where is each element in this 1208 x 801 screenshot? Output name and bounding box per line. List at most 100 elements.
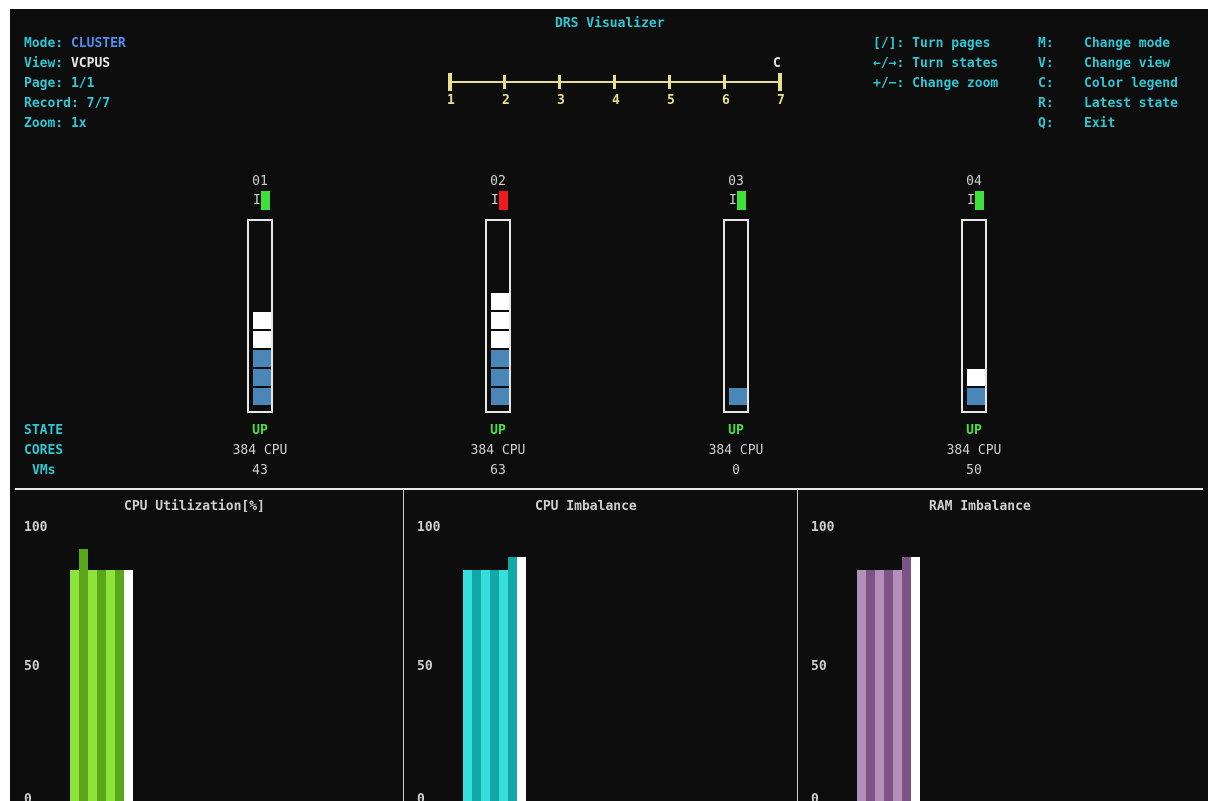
host-id: 02: [490, 174, 506, 189]
vcpu-block-white: [253, 312, 271, 329]
chart-bar: [911, 556, 920, 801]
page-line: Page: 1/1: [24, 74, 94, 94]
host-id: 03: [728, 174, 744, 189]
vcpu-block-white: [491, 293, 509, 310]
host-state: UP: [252, 423, 268, 438]
host-vms: 63: [490, 463, 506, 478]
chart-bar: [499, 569, 508, 801]
key-action: Change view: [1084, 56, 1171, 71]
app-title: DRS Visualizer: [555, 16, 665, 31]
vcpu-block-white: [491, 312, 509, 329]
timeline-tick-label[interactable]: 2: [502, 91, 510, 111]
host-status-indicator: [261, 191, 270, 210]
chart-bar: [875, 569, 884, 801]
timeline-tick-mark: [778, 73, 782, 91]
host-cores: 384 CPU: [232, 443, 288, 458]
row-label-state: STATE: [24, 423, 64, 438]
view-value: VCPUS: [70, 56, 111, 71]
zoom-label: Zoom:: [24, 116, 64, 131]
host-status-indicator: [499, 191, 508, 210]
host-capacity-box: [485, 219, 511, 413]
key-action: Change zoom: [912, 76, 999, 91]
section-divider: [15, 488, 1203, 490]
timeline-tick-label[interactable]: 3: [557, 91, 565, 111]
timeline-tick-mark: [613, 75, 616, 89]
chart-y-tick: 50: [811, 659, 827, 674]
key-name: M:: [1038, 36, 1054, 51]
chart-bar: [88, 569, 97, 801]
key-name: C:: [1038, 76, 1054, 91]
record-label: Record:: [24, 96, 79, 111]
timeline-tick-mark: [503, 75, 506, 89]
vcpu-block-blue: [491, 388, 509, 405]
host-flag: I: [729, 193, 737, 208]
key-action: Change mode: [1084, 36, 1171, 51]
vcpu-block-blue: [491, 350, 509, 367]
chart-separator: [797, 490, 798, 801]
record-value: 7/7: [86, 96, 111, 111]
chart-bar: [517, 556, 526, 801]
vcpu-block-white: [253, 331, 271, 348]
chart-title: CPU Utilization[%]: [124, 499, 265, 514]
page-label: Page:: [24, 76, 64, 91]
chart-bar: [124, 569, 133, 801]
host-id: 01: [252, 174, 268, 189]
chart-y-tick: 100: [24, 520, 48, 535]
record-line: Record: 7/7: [24, 94, 110, 114]
host-status-indicator: [975, 191, 984, 210]
key-action: Color legend: [1084, 76, 1178, 91]
timeline-tick-mark: [448, 73, 452, 91]
chart-title: RAM Imbalance: [929, 499, 1031, 514]
timeline-tick-label[interactable]: 6: [722, 91, 730, 111]
key-name: R:: [1038, 96, 1054, 111]
chart-y-tick: 100: [811, 520, 835, 535]
vcpu-block-blue: [253, 388, 271, 405]
chart-bar: [490, 569, 499, 801]
host-capacity-box: [961, 219, 987, 413]
chart-bar: [79, 549, 88, 801]
key-name: [/]:: [873, 36, 905, 51]
key-help-item: ←/→: Turn states: [873, 54, 998, 74]
timeline-tick-label[interactable]: 5: [667, 91, 675, 111]
vcpu-block-white: [491, 331, 509, 348]
key-name: V:: [1038, 56, 1054, 71]
key-action: Turn pages: [912, 36, 991, 51]
page-value: 1/1: [70, 76, 95, 91]
host-cores: 384 CPU: [946, 443, 1002, 458]
timeline-tick-mark: [668, 75, 671, 89]
host-vms: 50: [966, 463, 982, 478]
chart-bar: [70, 569, 79, 801]
timeline-tick-label[interactable]: 4: [612, 91, 620, 111]
chart-bar: [463, 569, 472, 801]
timeline-tick-label[interactable]: 1: [447, 91, 455, 111]
host-vms: 43: [252, 463, 268, 478]
chart-bar: [866, 569, 875, 801]
mode-line: Mode: CLUSTER: [24, 34, 126, 54]
terminal-window: DRS Visualizer Mode: CLUSTER View: VCPUS…: [10, 9, 1208, 801]
chart-bar: [97, 569, 106, 801]
chart-y-tick: 0: [417, 792, 425, 801]
chart-title: CPU Imbalance: [535, 499, 637, 514]
host-flag: I: [967, 193, 975, 208]
chart-y-tick: 50: [24, 659, 40, 674]
timeline-tick-label[interactable]: 7: [777, 91, 785, 111]
vcpu-block-blue: [253, 369, 271, 386]
host-state: UP: [966, 423, 982, 438]
key-name: +/−:: [873, 76, 905, 91]
vcpu-block-blue: [491, 369, 509, 386]
row-label-cores: CORES: [24, 443, 64, 458]
host-cores: 384 CPU: [470, 443, 526, 458]
vcpu-block-blue: [253, 350, 271, 367]
host-id: 04: [966, 174, 982, 189]
host-cores: 384 CPU: [708, 443, 764, 458]
timeline-tick-mark: [558, 75, 561, 89]
mode-value: CLUSTER: [70, 36, 126, 51]
key-help-item: [/]: Turn pages: [873, 34, 990, 54]
key-action: Turn states: [912, 56, 999, 71]
key-name: ←/→:: [873, 56, 905, 71]
vcpu-block-blue: [967, 388, 985, 405]
view-label: View:: [24, 56, 64, 71]
host-capacity-box: [723, 219, 749, 413]
host-flag: I: [491, 193, 499, 208]
chart-bar: [902, 556, 911, 801]
